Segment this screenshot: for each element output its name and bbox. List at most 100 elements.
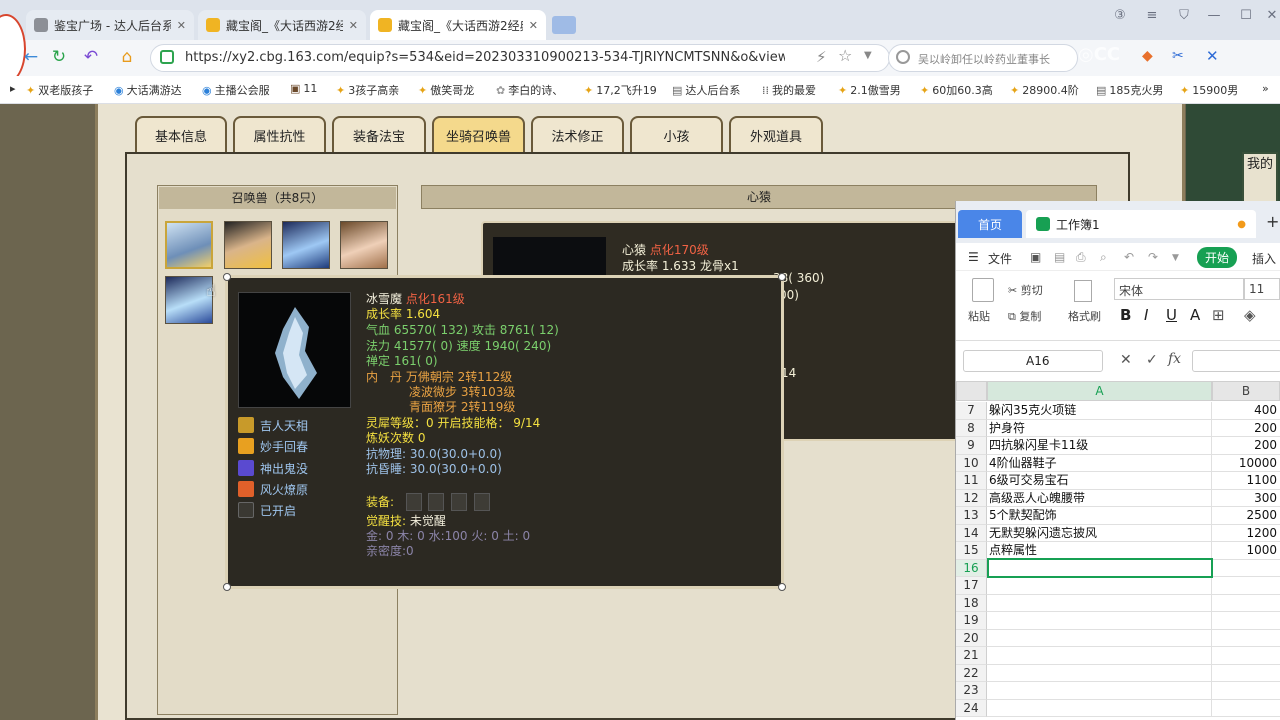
bookmark-item[interactable]: ✦ 60加60.3高 bbox=[920, 82, 993, 98]
cell-a[interactable] bbox=[987, 577, 1212, 595]
back-icon[interactable]: ← bbox=[20, 47, 42, 67]
cell-b[interactable] bbox=[1212, 700, 1280, 717]
cell-b[interactable] bbox=[1212, 560, 1280, 577]
scissors-icon[interactable]: ✂ bbox=[1172, 48, 1184, 64]
table-row[interactable]: 9 四抗躲闪星卡11级 200 bbox=[956, 437, 1280, 455]
cell-b[interactable]: 1100 bbox=[1212, 472, 1280, 490]
cell-b[interactable]: 1200 bbox=[1212, 525, 1280, 542]
name-box[interactable]: A16 bbox=[963, 350, 1103, 372]
browser-tab-3-active[interactable]: 藏宝阁_《大话西游2经典 ✕ bbox=[370, 10, 546, 40]
row-number[interactable]: 14 bbox=[956, 524, 987, 542]
format-painter-button[interactable]: 格式刷 bbox=[1068, 308, 1101, 324]
shirt-icon[interactable]: ⛉ bbox=[1172, 8, 1196, 23]
cell-b[interactable]: 400 bbox=[1212, 402, 1280, 420]
menu-file[interactable]: 文件 bbox=[988, 250, 1012, 267]
bold-icon[interactable]: B bbox=[1120, 306, 1131, 324]
table-row[interactable]: 19 bbox=[956, 612, 1280, 630]
cell-a[interactable] bbox=[987, 699, 1212, 717]
table-row[interactable]: 22 bbox=[956, 664, 1280, 682]
tab-attributes[interactable]: 属性抗性 bbox=[233, 116, 326, 154]
new-tab-button[interactable] bbox=[552, 16, 576, 34]
wps-workbook-tab[interactable]: 工作簿1 ● bbox=[1026, 210, 1256, 238]
strikethrough-icon[interactable]: A bbox=[1190, 306, 1200, 324]
lightning-icon[interactable]: ⚡ bbox=[816, 48, 827, 66]
menu-insert[interactable]: 插入 bbox=[1252, 250, 1276, 267]
skill-item[interactable]: 已开启 bbox=[238, 501, 296, 519]
print-icon[interactable]: ⎙ bbox=[1076, 250, 1086, 265]
close-window-icon[interactable]: ✕ bbox=[1260, 8, 1280, 23]
row-number[interactable]: 16 bbox=[956, 559, 987, 577]
table-row[interactable]: 24 bbox=[956, 699, 1280, 717]
column-header-a[interactable]: A bbox=[987, 381, 1212, 401]
bookmark-item[interactable]: ✦ 3孩子高亲 bbox=[336, 82, 399, 98]
chevron-down-icon[interactable]: ▼ bbox=[864, 50, 872, 61]
skill-item[interactable]: 风火燎原 bbox=[238, 480, 308, 498]
row-number[interactable]: 10 bbox=[956, 454, 987, 472]
table-row[interactable]: 11 6级可交易宝石 1100 bbox=[956, 472, 1280, 490]
undo-icon[interactable]: ↶ bbox=[1124, 250, 1134, 264]
table-row[interactable]: 20 bbox=[956, 629, 1280, 647]
browser-tab-2[interactable]: 藏宝阁_《大话西游2经典 ✕ bbox=[198, 10, 366, 40]
cell-b[interactable] bbox=[1212, 630, 1280, 647]
confirm-icon[interactable]: ✓ bbox=[1146, 352, 1158, 368]
tab-equipment[interactable]: 装备法宝 bbox=[332, 116, 426, 154]
bookmark-item[interactable]: ✦ 17,2飞升19 bbox=[584, 82, 657, 98]
undo-icon[interactable]: ↶ bbox=[80, 47, 102, 67]
bookmarks-chevron-icon[interactable]: ▸ bbox=[10, 82, 16, 95]
equip-slot[interactable] bbox=[406, 493, 422, 511]
maximize-icon[interactable]: ☐ bbox=[1234, 8, 1258, 23]
cell-b[interactable]: 200 bbox=[1212, 437, 1280, 455]
row-number[interactable]: 8 bbox=[956, 419, 987, 437]
tab-children[interactable]: 小孩 bbox=[630, 116, 723, 154]
cell-b[interactable] bbox=[1212, 612, 1280, 630]
bookmark-item[interactable]: ✦ 傲笑哥龙 bbox=[418, 82, 474, 98]
bookmark-item[interactable]: ▣ 11 bbox=[290, 82, 317, 95]
equip-slot[interactable] bbox=[451, 493, 467, 511]
wps-home-tab[interactable]: 首页 bbox=[958, 210, 1022, 238]
menu-icon[interactable]: ≡ bbox=[1140, 8, 1164, 23]
cell-b[interactable]: 2500 bbox=[1212, 507, 1280, 525]
cell-a[interactable] bbox=[987, 629, 1212, 647]
cell-b[interactable]: 1000 bbox=[1212, 542, 1280, 560]
extension-icon[interactable]: ◆ bbox=[1142, 48, 1153, 64]
fx-icon[interactable]: fx bbox=[1168, 351, 1181, 367]
table-row[interactable]: 14 无默契躲闪遗忘披风 1200 bbox=[956, 524, 1280, 542]
pet-avatar[interactable] bbox=[224, 221, 272, 269]
tab-appearance[interactable]: 外观道具 bbox=[729, 116, 823, 154]
cell-b[interactable] bbox=[1212, 682, 1280, 700]
cell-b[interactable] bbox=[1212, 595, 1280, 612]
cell-a[interactable]: 6级可交易宝石 bbox=[987, 472, 1212, 490]
tools-icon[interactable]: ✕ bbox=[1206, 47, 1219, 65]
reload-icon[interactable]: ↻ bbox=[48, 47, 70, 67]
cell-a[interactable]: 躲闪35克火项链 bbox=[987, 402, 1212, 420]
corner-header[interactable] bbox=[956, 381, 987, 401]
paste-button[interactable]: 粘贴 bbox=[968, 308, 990, 324]
row-number[interactable]: 7 bbox=[956, 402, 987, 420]
bookmark-item[interactable]: ◉ 主播公会服 bbox=[202, 82, 270, 98]
row-number[interactable]: 17 bbox=[956, 577, 987, 595]
chevron-down-icon[interactable]: ▼ bbox=[1172, 253, 1179, 263]
address-input[interactable]: https://xy2.cbg.163.com/equip?s=534&eid=… bbox=[185, 50, 785, 65]
pet-avatar[interactable] bbox=[282, 221, 330, 269]
table-row[interactable]: 21 bbox=[956, 647, 1280, 665]
tab-count-icon[interactable]: ③ bbox=[1108, 8, 1132, 23]
row-number[interactable]: 20 bbox=[956, 629, 987, 647]
bookmark-item[interactable]: ✦ 2.1傲雪男 bbox=[838, 82, 901, 98]
cell-a[interactable] bbox=[987, 612, 1212, 630]
copy-button[interactable]: ⧉ 复制 bbox=[1008, 308, 1041, 324]
format-painter-icon[interactable] bbox=[1074, 280, 1092, 302]
cell-b[interactable]: 300 bbox=[1212, 490, 1280, 507]
cell-a[interactable]: 5个默契配饰 bbox=[987, 507, 1212, 525]
paste-icon[interactable] bbox=[972, 278, 994, 302]
table-row[interactable]: 15 点粹属性 1000 bbox=[956, 542, 1280, 560]
side-label[interactable]: 我的 bbox=[1242, 152, 1278, 204]
menu-icon[interactable]: ☰ bbox=[968, 250, 979, 264]
table-row[interactable]: 7 躲闪35克火项链 400 bbox=[956, 402, 1280, 420]
search-input[interactable]: 吴以岭卸任以岭药业董事长 bbox=[918, 51, 1050, 67]
cell-b[interactable]: 200 bbox=[1212, 420, 1280, 437]
row-number[interactable]: 18 bbox=[956, 594, 987, 612]
browser-tab-1[interactable]: 鉴宝广场 - 达人后台系统 ✕ bbox=[26, 10, 194, 40]
close-tab-icon[interactable]: ✕ bbox=[177, 19, 186, 32]
bookmark-item[interactable]: ▤ 达人后台系 bbox=[672, 82, 740, 98]
row-number[interactable]: 21 bbox=[956, 647, 987, 665]
